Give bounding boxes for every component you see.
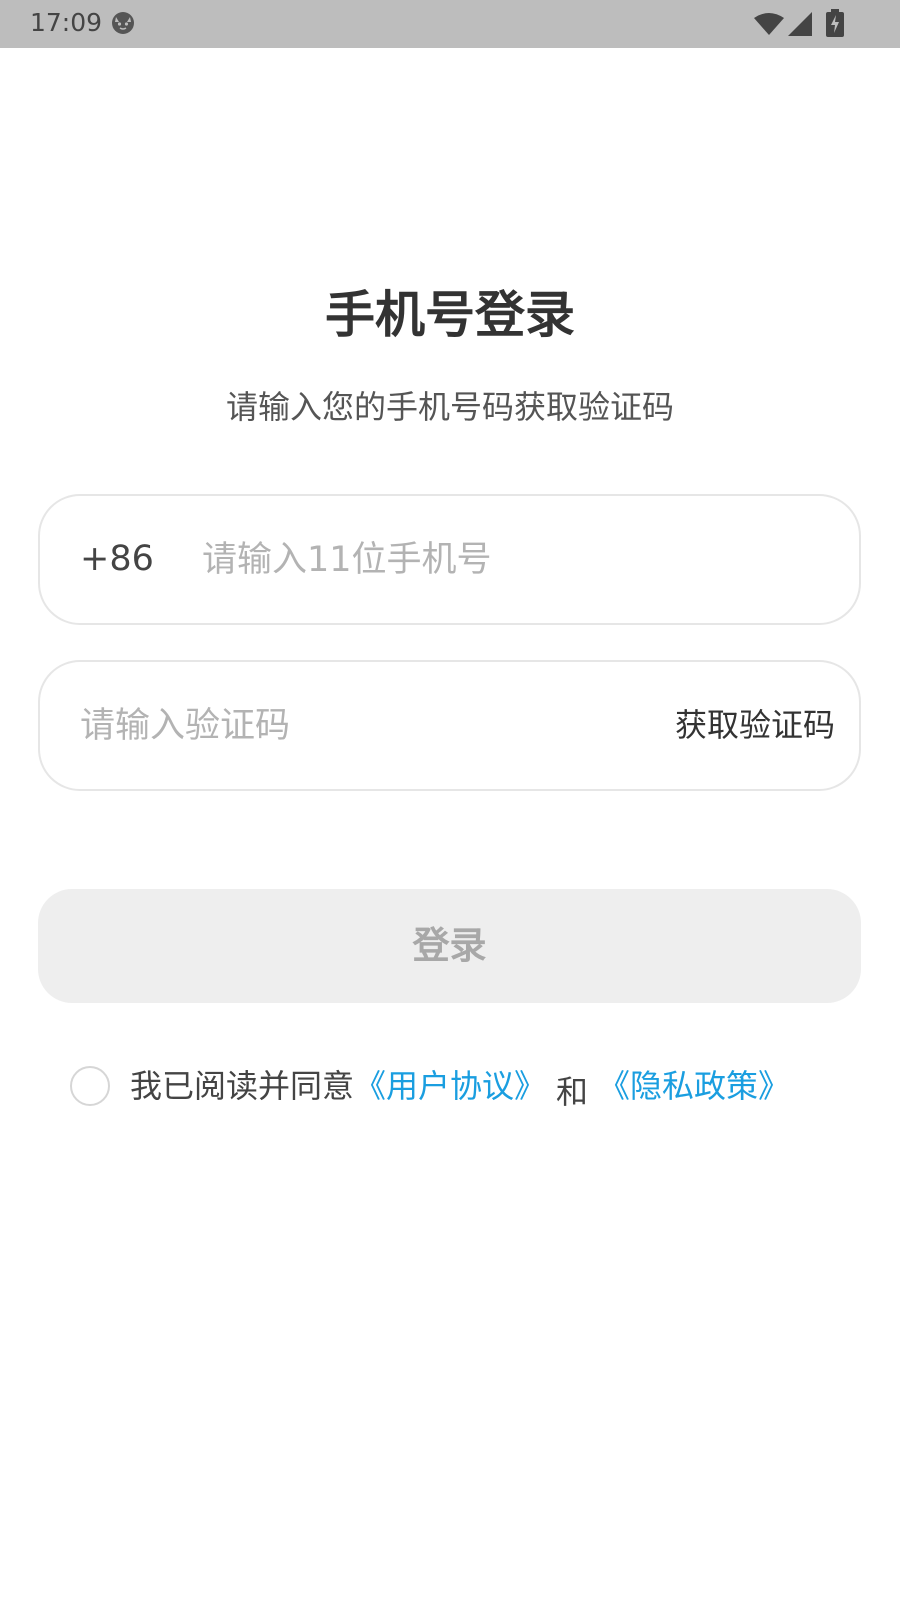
cellular-signal-icon: [787, 11, 813, 37]
agreement-conjunction: 和: [556, 1073, 589, 1111]
user-agreement-link[interactable]: 《用户协议》: [354, 1067, 546, 1105]
verification-code-field: 获取验证码: [38, 660, 861, 791]
page-title: 手机号登录: [325, 286, 575, 344]
agree-checkbox[interactable]: [70, 1066, 110, 1106]
wifi-icon: [754, 12, 784, 36]
status-time: 17:09: [30, 8, 103, 37]
get-code-button[interactable]: 获取验证码: [675, 662, 835, 789]
status-bar: 17:09: [0, 0, 900, 48]
country-code[interactable]: +86: [80, 496, 154, 623]
phone-field: +86: [38, 494, 861, 625]
privacy-policy-link[interactable]: 《隐私政策》: [598, 1067, 790, 1105]
agreement-row: 我已阅读并同意《用户协议》和《隐私政策》: [70, 1064, 870, 1112]
battery-charging-icon: [826, 9, 844, 37]
phone-input[interactable]: [202, 496, 822, 623]
cat-face-icon: [111, 11, 135, 35]
login-button[interactable]: 登录: [38, 889, 861, 1003]
page-subtitle: 请输入您的手机号码获取验证码: [225, 388, 674, 426]
verification-code-input[interactable]: [80, 662, 620, 789]
agreement-prefix: 我已阅读并同意: [130, 1067, 355, 1105]
agreement-text: 我已阅读并同意《用户协议》和《隐私政策》: [130, 1064, 790, 1111]
